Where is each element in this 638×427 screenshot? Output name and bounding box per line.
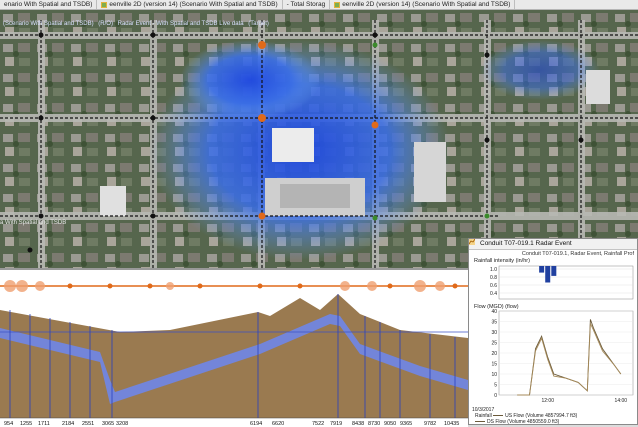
chainage-label: 9050	[384, 421, 396, 427]
chainage-label: 7522	[312, 421, 324, 427]
chainage-label: 9365	[400, 421, 412, 427]
graph-legend: Rainfall US Flow (Volume 4857994.7 ft3) …	[475, 413, 577, 425]
tab-label: enario With Spatial and TSDB)	[4, 0, 92, 9]
chainage-label: 2551	[82, 421, 94, 427]
flow-series-line	[517, 319, 621, 395]
map-icon	[334, 2, 340, 8]
chainage-label: 10435	[444, 421, 459, 427]
chainage-label: 3065	[102, 421, 114, 427]
flow-tick-label: 35	[491, 320, 497, 326]
chainage-label: 8730	[368, 421, 380, 427]
chainage-label: 6194	[250, 421, 262, 427]
map-canvas[interactable]	[0, 10, 638, 268]
tab-label: eenville 2D (version 14) (Scenario With …	[109, 0, 277, 9]
flow-tick-label: 0	[494, 393, 497, 399]
map-icon	[101, 2, 107, 8]
flow-tick-label: 30	[491, 330, 497, 336]
flow-tick-label: 15	[491, 362, 497, 368]
chainage-label: 1711	[38, 421, 50, 427]
rain-bar	[539, 266, 544, 273]
document-tab-1[interactable]: enario With Spatial and TSDB)	[0, 0, 97, 9]
geoplan-map-view[interactable]: (Scenario With Spatial and TSDB) (R/O) R…	[0, 10, 638, 268]
tab-label: - Total Storag	[287, 0, 326, 9]
chainage-label: 7919	[330, 421, 342, 427]
document-tab-3[interactable]: - Total Storag	[283, 0, 331, 9]
chainage-label: 954	[4, 421, 13, 427]
document-tab-2[interactable]: eenville 2D (version 14) (Scenario With …	[97, 0, 282, 9]
tab-label: eenville 2D (version 14) (Scenario With …	[342, 0, 510, 9]
graph-canvas[interactable]: 1.0 0.8 0.6 0.4 40 35 30 25 20 15 10 5 0 12:00 14:00	[469, 239, 638, 426]
chainage-label: 9782	[424, 421, 436, 427]
chainage-label: 1255	[20, 421, 32, 427]
flow-tick-label: 25	[491, 341, 497, 347]
rain-bar	[545, 266, 550, 283]
map-layer-label-lower: a With Spatial and TSDB	[0, 220, 66, 226]
flow-tick-label: 5	[494, 383, 497, 389]
flow-tick-label: 40	[491, 309, 497, 315]
flow-series-line	[517, 324, 621, 395]
chainage-label: 3208	[116, 421, 128, 427]
rain-tick-label: 0.6	[490, 283, 497, 289]
document-tab-4[interactable]: eenville 2D (version 14) (Scenario With …	[330, 0, 515, 9]
rain-tick-label: 1.0	[490, 267, 497, 273]
rain-plot-frame	[499, 266, 633, 299]
chainage-label: 2184	[62, 421, 74, 427]
document-tab-bar: enario With Spatial and TSDB) eenville 2…	[0, 0, 638, 10]
flow-tick-label: 10	[491, 372, 497, 378]
legend-item-ds-flow: DS Flow (Volume 4850559.0 ft3)	[475, 419, 577, 425]
time-tick-label: 12:00	[541, 398, 554, 404]
rain-bar	[551, 266, 556, 276]
flow-tick-label: 20	[491, 351, 497, 357]
rain-tick-label: 0.8	[490, 275, 497, 281]
chainage-label: 6620	[272, 421, 284, 427]
graph-window[interactable]: Conduit T07-019.1 Radar Event Conduit T0…	[468, 238, 638, 425]
long-section-canvas[interactable]: 954 1255 1711 2184 2551 30653208 6194 6620 7522 7…	[0, 270, 468, 427]
rain-tick-label: 0.4	[490, 291, 497, 297]
time-tick-label: 14:00	[615, 398, 628, 404]
chainage-label: 8438	[352, 421, 364, 427]
long-section-view[interactable]: 954 1255 1711 2184 2551 30653208 6194 6620 7522 7…	[0, 268, 468, 427]
